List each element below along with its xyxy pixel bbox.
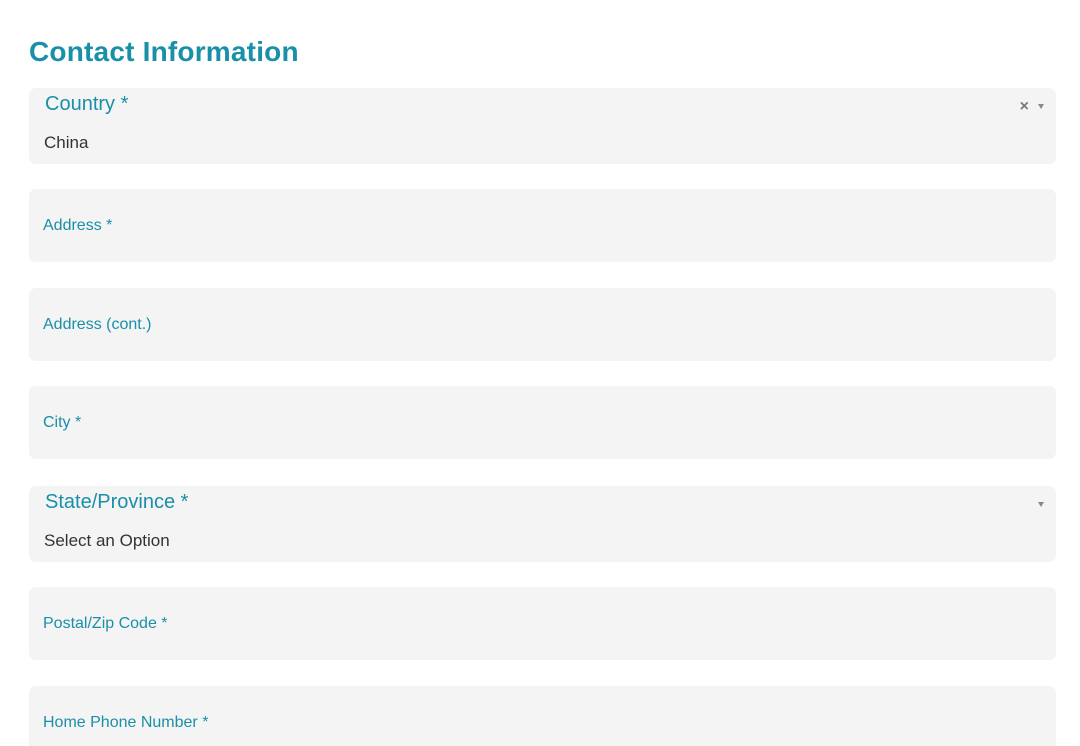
home-phone-label: Home Phone Number *: [43, 713, 209, 731]
chevron-down-icon[interactable]: [1038, 502, 1044, 507]
city-label: City *: [43, 413, 82, 431]
chevron-down-icon[interactable]: [1038, 104, 1044, 109]
address-cont-field[interactable]: Address (cont.): [29, 288, 1056, 361]
postal-zip-field[interactable]: Postal/Zip Code *: [29, 587, 1056, 660]
home-phone-field[interactable]: Home Phone Number *: [29, 686, 1056, 746]
section-title: Contact Information: [29, 36, 299, 67]
country-value: China: [44, 133, 89, 152]
address-field[interactable]: Address *: [29, 189, 1056, 262]
city-field[interactable]: City *: [29, 386, 1056, 459]
close-icon[interactable]: ×: [1020, 98, 1029, 116]
country-select[interactable]: Country * China ×: [29, 88, 1056, 164]
state-province-value: Select an Option: [44, 531, 170, 550]
address-cont-label: Address (cont.): [43, 315, 152, 333]
country-label: Country *: [45, 93, 129, 115]
postal-zip-label: Postal/Zip Code *: [43, 614, 168, 632]
state-province-select[interactable]: State/Province * Select an Option: [29, 486, 1056, 562]
contact-information-form: Contact Information Country * China × Ad…: [0, 0, 1080, 746]
state-province-label: State/Province *: [45, 491, 189, 513]
address-label: Address *: [43, 216, 113, 234]
